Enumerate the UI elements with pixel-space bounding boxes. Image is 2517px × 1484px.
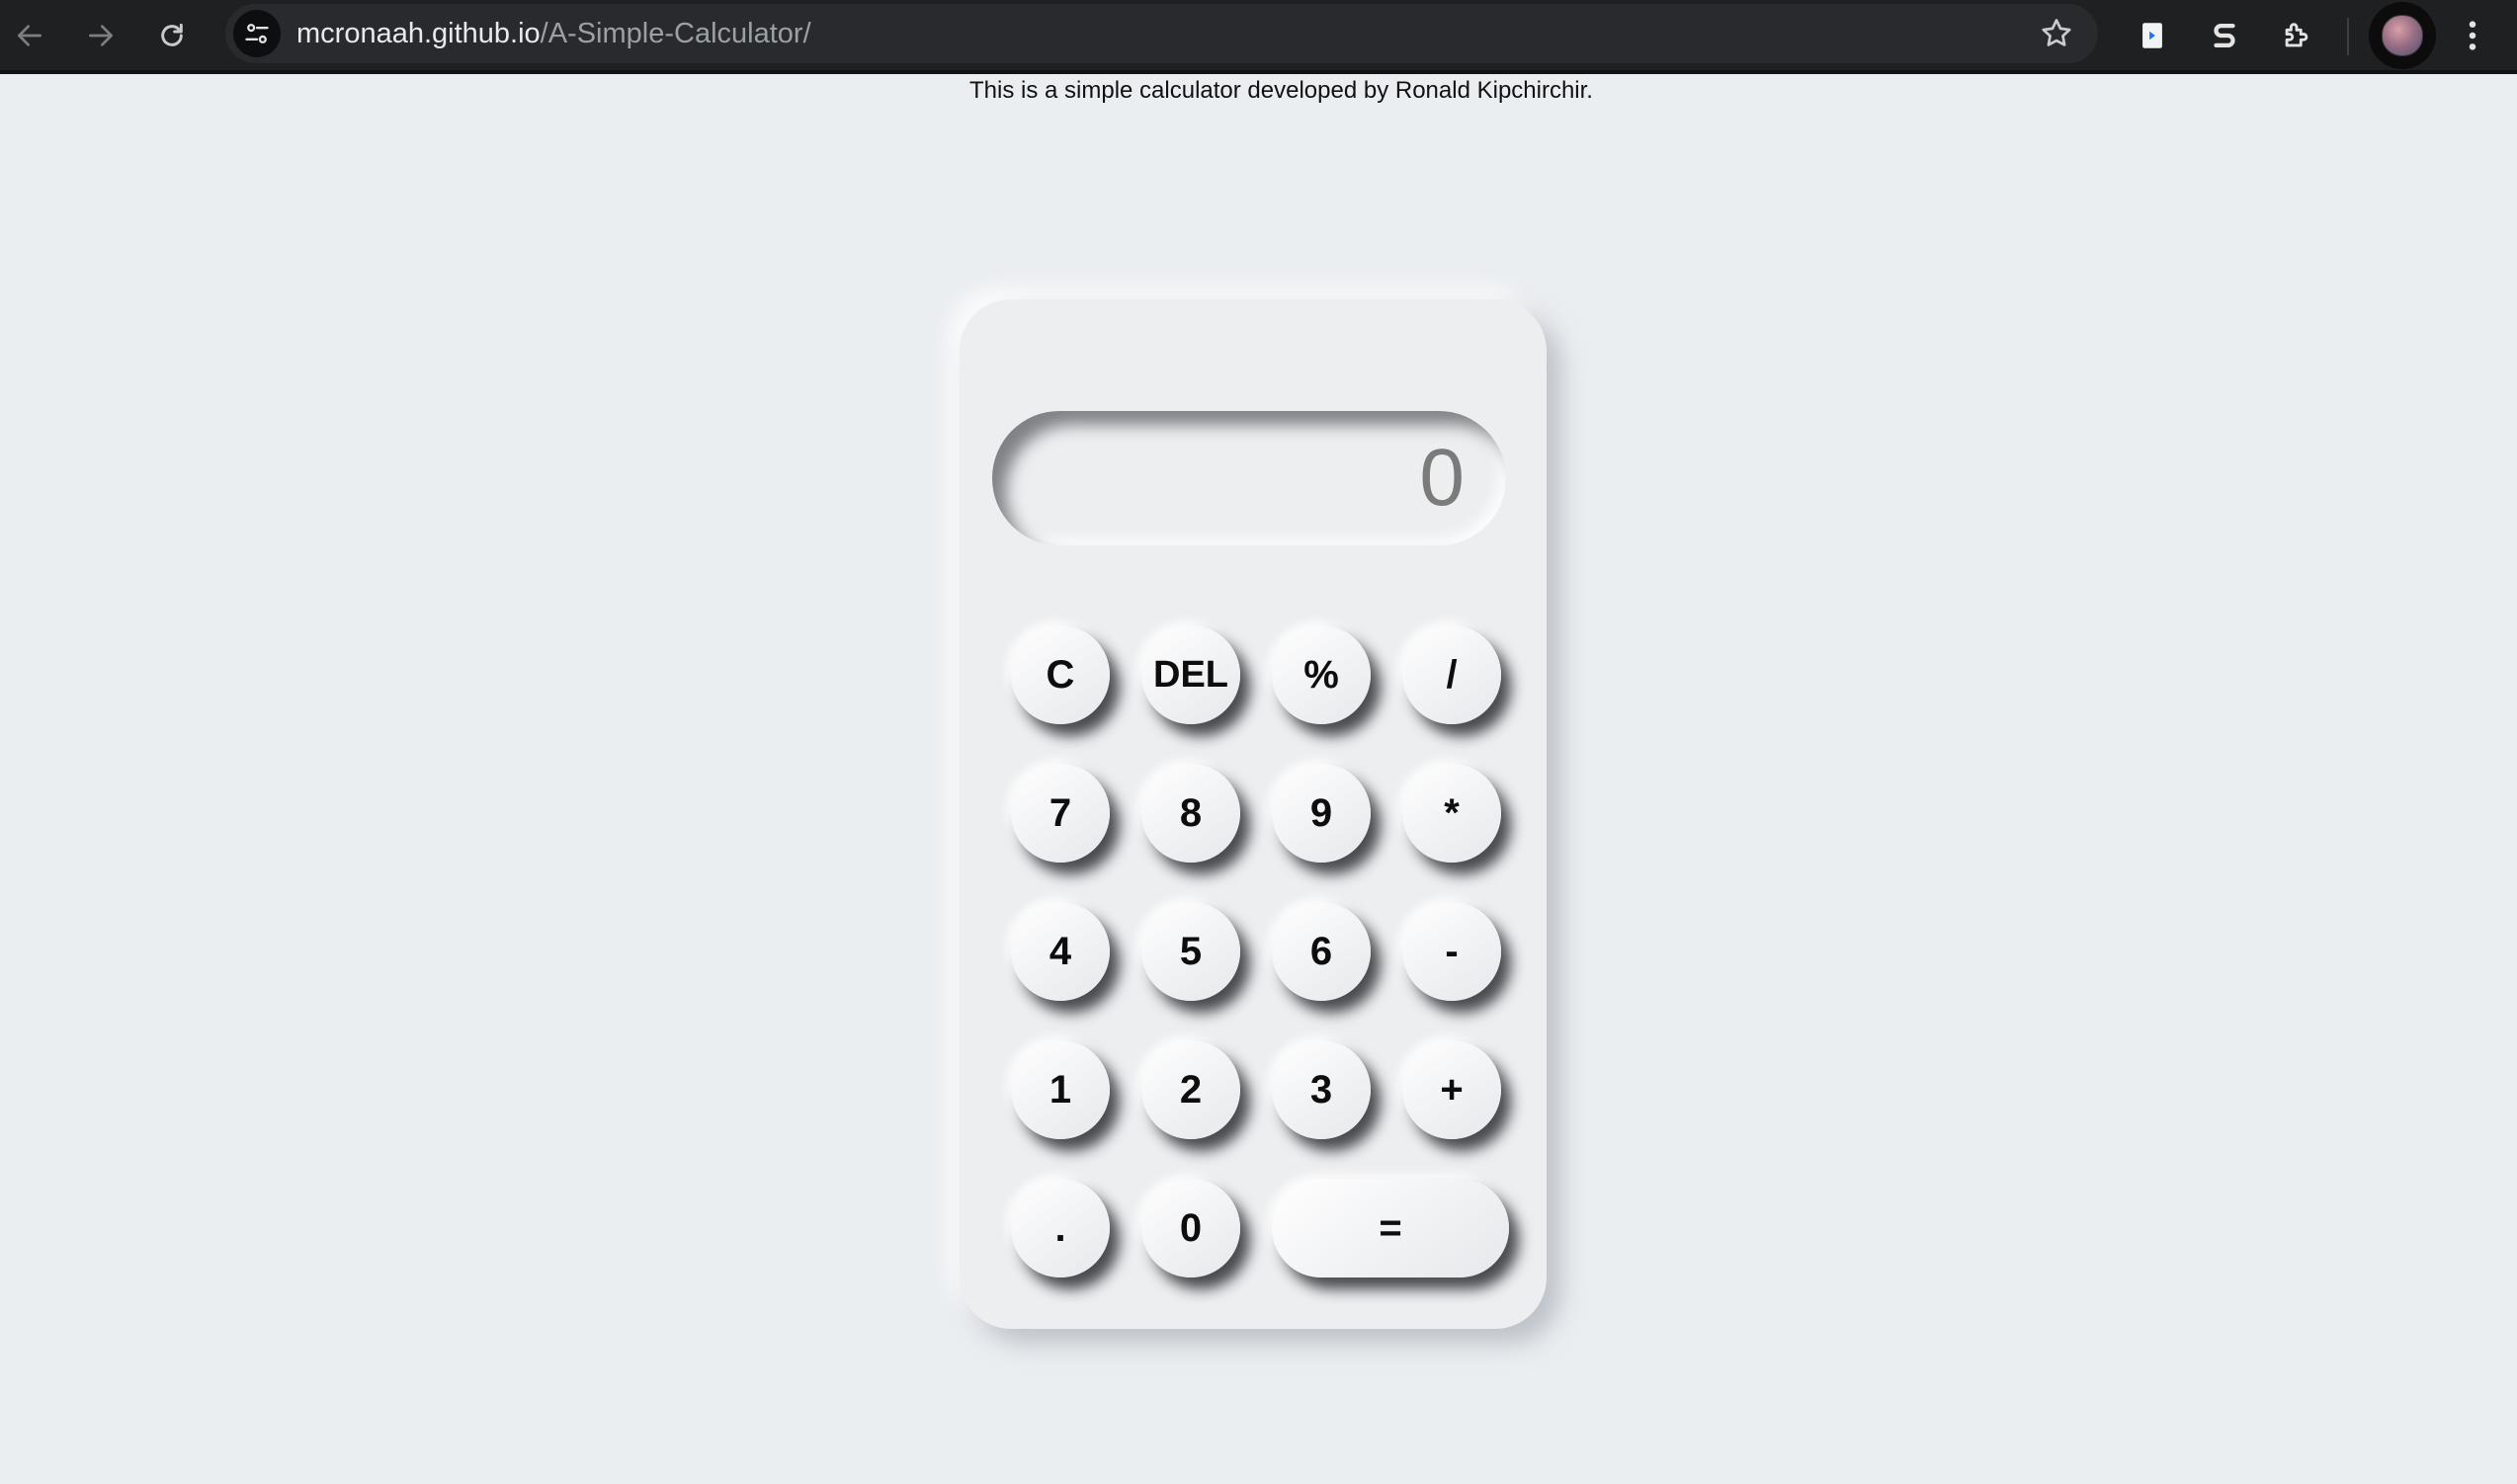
arrow-right-icon [89,25,113,46]
equals-button[interactable]: = [1272,1179,1509,1278]
clear-button[interactable]: C [1011,625,1110,724]
site-info-button[interactable] [233,10,281,57]
delete-button[interactable]: DEL [1141,625,1240,724]
url-text[interactable]: mcronaah.github.io/A-Simple-Calculator/ [296,17,811,50]
digit-4-button[interactable]: 4 [1011,902,1110,1001]
browser-menu-button[interactable] [2451,10,2494,61]
more-vertical-icon [2469,21,2476,50]
digit-5-button[interactable]: 5 [1141,902,1240,1001]
digit-8-button[interactable]: 8 [1141,764,1240,863]
avatar [2382,15,2423,56]
extension-s-button[interactable] [2199,10,2250,61]
address-bar[interactable]: mcronaah.github.io/A-Simple-Calculator/ [225,4,2098,63]
extension-document-button[interactable] [2127,10,2178,61]
toolbar-divider [2347,18,2349,55]
digit-6-button[interactable]: 6 [1272,902,1371,1001]
digit-9-button[interactable]: 9 [1272,764,1371,863]
reload-icon [161,23,183,46]
plus-button[interactable]: + [1402,1040,1501,1139]
s-logo-icon [2214,23,2235,48]
bookmark-star-icon[interactable] [2039,16,2074,51]
divide-button[interactable]: / [1402,625,1501,724]
arrow-left-icon [18,25,42,46]
document-extension-icon [2142,23,2162,48]
url-path: /A-Simple-Calculator/ [540,18,811,49]
percent-button[interactable]: % [1272,625,1371,724]
digit-7-button[interactable]: 7 [1011,764,1110,863]
reload-button[interactable] [146,10,198,61]
digit-1-button[interactable]: 1 [1011,1040,1110,1139]
extensions-button[interactable] [2271,10,2322,61]
digit-3-button[interactable]: 3 [1272,1040,1371,1139]
credit-text: This is a simple calculator developed by… [969,77,1593,104]
puzzle-icon [2285,23,2308,47]
calculator-display: 0 [992,411,1506,545]
calculator: 0 C DEL % / 7 8 9 * 4 5 6 - 1 2 3 + . 0 … [960,299,1547,1329]
multiply-button[interactable]: * [1402,764,1501,863]
digit-2-button[interactable]: 2 [1141,1040,1240,1139]
profile-button[interactable] [2369,2,2436,69]
url-host: mcronaah.github.io [296,18,541,49]
digit-0-button[interactable]: 0 [1141,1179,1240,1278]
forward-button[interactable] [75,10,126,61]
decimal-button[interactable]: . [1011,1179,1110,1278]
tune-icon [245,24,269,43]
back-button[interactable] [4,10,55,61]
browser-toolbar: mcronaah.github.io/A-Simple-Calculator/ [0,0,2517,74]
minus-button[interactable]: - [1402,902,1501,1001]
